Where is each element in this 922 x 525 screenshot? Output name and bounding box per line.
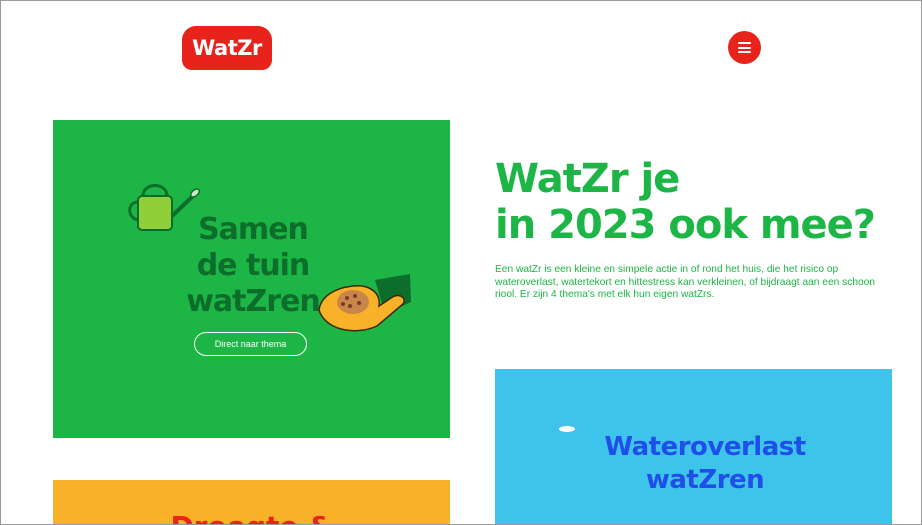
logo-text: WatZr: [192, 36, 262, 60]
hero-description: Een watZr is een kleine en simpele actie…: [495, 264, 875, 300]
theme-card-droogte[interactable]: Droogte &: [53, 480, 450, 524]
hamburger-icon: [738, 42, 751, 53]
direct-naar-thema-button[interactable]: Direct naar thema: [194, 332, 307, 356]
hero-title-line-1: WatZr je: [495, 156, 680, 202]
hand-with-seeds-icon: [318, 274, 411, 332]
menu-button[interactable]: [728, 31, 761, 64]
card-tuin-line-1: Samen: [198, 212, 309, 247]
card-wateroverlast-line-1: Wateroverlast: [604, 432, 806, 462]
theme-card-tuin[interactable]: Samen de tuin watZren Direct naar thema: [53, 120, 450, 438]
page-frame: WatZr Samen de tuin watZren Direct naar …: [0, 0, 922, 525]
card-wateroverlast-line-2: watZren: [645, 465, 765, 495]
theme-card-wateroverlast[interactable]: Wateroverlast watZren: [495, 369, 892, 524]
logo[interactable]: WatZr: [182, 26, 272, 70]
card-droogte-headline: Droogte &: [53, 510, 450, 524]
hero-title: WatZr je in 2023 ook mee?: [495, 156, 905, 248]
hero-title-line-2: in 2023 ook mee?: [495, 202, 876, 248]
card-wateroverlast-headline: Wateroverlast watZren: [555, 431, 855, 497]
